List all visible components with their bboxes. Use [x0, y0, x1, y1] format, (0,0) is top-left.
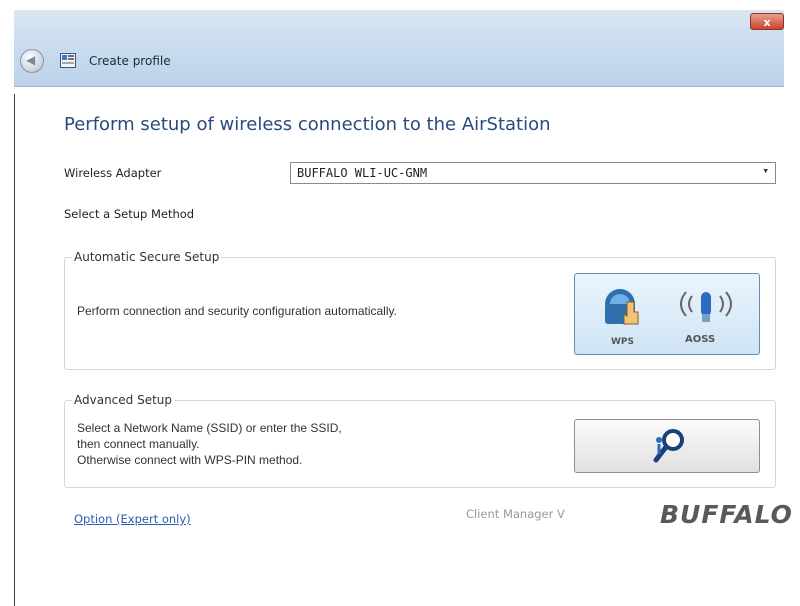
chevron-down-icon[interactable]: ▾	[762, 164, 769, 177]
magnifier-icon	[653, 429, 684, 463]
window-title: Create profile	[89, 54, 171, 68]
setup-method-label: Select a Setup Method	[64, 207, 195, 221]
close-button[interactable]: x	[750, 13, 784, 30]
buffalo-logo: BUFFALO	[660, 500, 793, 529]
automatic-setup-title: Automatic Secure Setup	[72, 250, 222, 264]
wps-aoss-button[interactable]: WPS AOSS	[574, 273, 760, 355]
option-expert-link[interactable]: Option (Expert only)	[74, 512, 191, 526]
version-text: Client Manager V	[466, 507, 565, 521]
aoss-icon: AOSS	[680, 291, 732, 345]
advanced-line-1: Select a Network Name (SSID) or enter th…	[77, 421, 342, 435]
advanced-setup-description: Select a Network Name (SSID) or enter th…	[77, 420, 342, 468]
window-left-border	[14, 94, 15, 606]
adapter-select[interactable]: BUFFALO WLI-UC-GNM ▾	[290, 162, 776, 184]
title-bar	[14, 10, 784, 87]
advanced-setup-title: Advanced Setup	[72, 393, 175, 407]
automatic-setup-description: Perform connection and security configur…	[77, 304, 397, 318]
advanced-line-2: then connect manually.	[77, 437, 200, 451]
profile-icon	[60, 53, 76, 68]
page-heading: Perform setup of wireless connection to …	[64, 114, 551, 135]
back-button[interactable]: ◀	[20, 49, 44, 73]
aoss-label: AOSS	[685, 334, 715, 345]
advanced-setup-button[interactable]	[574, 419, 760, 473]
back-arrow-icon: ◀	[26, 53, 36, 67]
adapter-select-value: BUFFALO WLI-UC-GNM	[297, 166, 428, 180]
adapter-label: Wireless Adapter	[64, 166, 162, 180]
advanced-line-3: Otherwise connect with WPS-PIN method.	[77, 453, 303, 467]
